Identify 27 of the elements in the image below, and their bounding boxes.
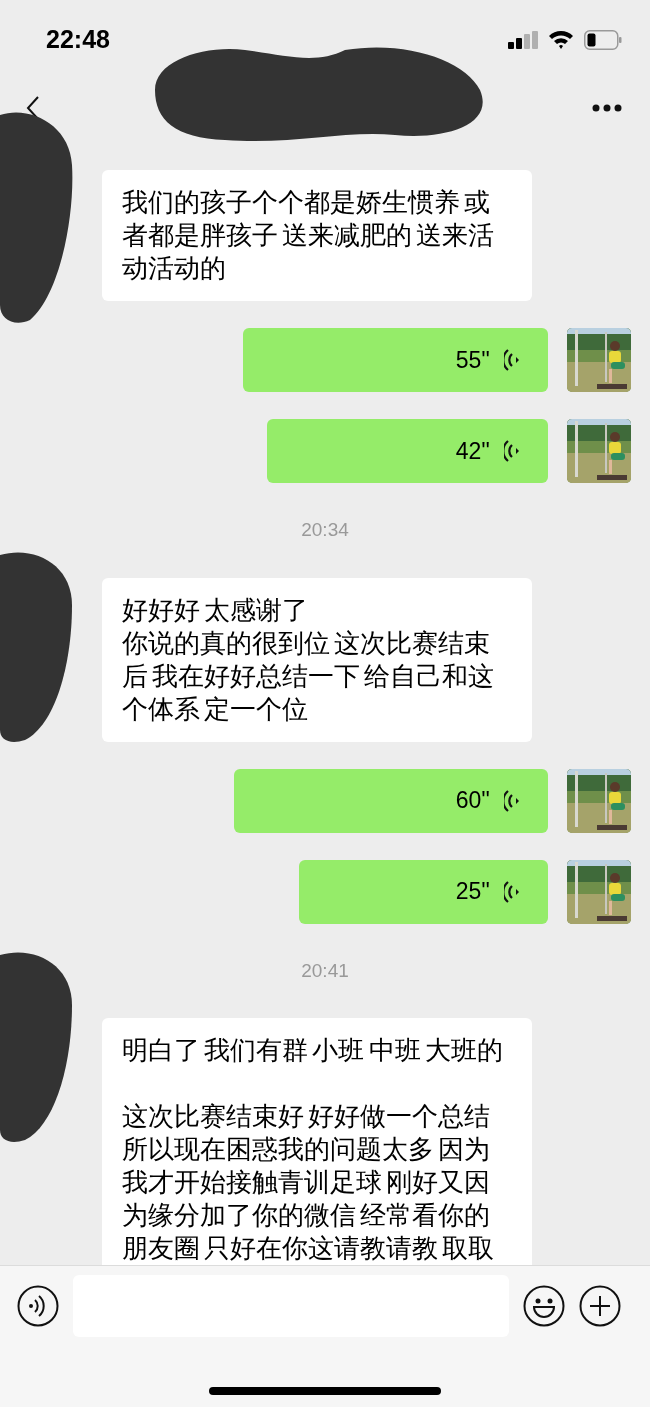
voice-message-bubble[interactable]: 60''	[234, 768, 548, 833]
message-text: 好好好 太感谢了	[122, 593, 310, 627]
signal-icon	[508, 30, 538, 49]
wifi-icon	[548, 30, 574, 49]
message-text: 这次比赛结束好 好好做一个总结所以现在困惑我的问题太多 因为我才开始接触青训足球 刚好又因为缘分加了你的微信 经常看你的朋友圈 只好在你这请教请教 取取	[122, 1100, 496, 1265]
timestamp: 20:34	[301, 518, 349, 542]
timestamp: 20:41	[301, 958, 349, 983]
voice-message-bubble[interactable]: 25''	[299, 859, 548, 924]
voice-message-bubble[interactable]: 55''	[243, 328, 548, 392]
emoji-icon[interactable]	[523, 1285, 565, 1327]
message-text: 我们的孩子个个都是娇生惯养 或者都是胖孩子 送来减肥的 送来活动活动的	[122, 186, 496, 285]
message-text: 明白了 我们有群 小班 中班 大班的	[122, 1034, 504, 1067]
status-time: 22:48	[46, 23, 110, 55]
message-text: 你说的真的很到位 这次比赛结束后 我在好好总结一下 给自己和这个体系 定一个位	[122, 626, 496, 726]
voice-duration: 25''	[455, 877, 490, 907]
voice-wave-icon	[504, 879, 520, 904]
battery-icon	[584, 29, 622, 50]
voice-message-bubble[interactable]: 42''	[267, 419, 548, 483]
voice-wave-icon	[504, 439, 520, 463]
voice-input-icon[interactable]	[17, 1285, 59, 1327]
voice-wave-icon	[504, 788, 520, 813]
more-icon[interactable]	[592, 103, 622, 112]
add-icon[interactable]	[579, 1285, 621, 1327]
voice-wave-icon	[504, 348, 520, 372]
voice-duration: 55''	[455, 345, 490, 375]
voice-duration: 60''	[455, 786, 490, 816]
voice-duration: 42''	[455, 436, 490, 466]
